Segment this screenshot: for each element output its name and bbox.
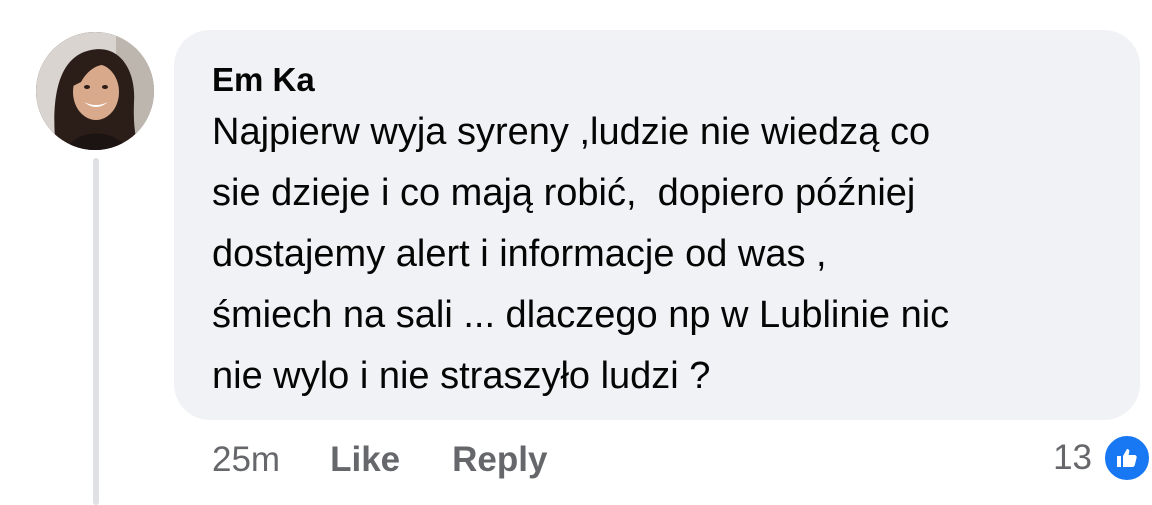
- avatar[interactable]: [36, 32, 154, 150]
- comment-text-line: nie wylo i nie straszyło ludzi ?: [212, 355, 711, 397]
- comment-author[interactable]: Em Ka: [212, 60, 1106, 100]
- reaction-summary[interactable]: 13: [1053, 432, 1152, 484]
- avatar-photo: [36, 32, 154, 150]
- comment-text-line: Najpierw wyja syreny ,ludzie nie wiedzą …: [212, 111, 931, 153]
- thumbs-up-icon: [1102, 433, 1152, 483]
- comment-text-line: sie dzieje i co mają robić, dopiero późn…: [212, 172, 916, 214]
- comment-actions: 25m Like Reply: [212, 436, 599, 484]
- reaction-count: 13: [1053, 438, 1092, 477]
- comment-bubble: Em Ka Najpierw wyja syreny ,ludzie nie w…: [174, 30, 1140, 420]
- comment-text-line: śmiech na sali ... dlaczego np w Lublini…: [212, 294, 950, 336]
- comment-timestamp[interactable]: 25m: [212, 440, 280, 480]
- comment: Em Ka Najpierw wyja syreny ,ludzie nie w…: [0, 0, 1152, 505]
- like-button[interactable]: Like: [330, 440, 400, 480]
- reply-thread-line: [93, 158, 99, 505]
- reply-button[interactable]: Reply: [452, 440, 547, 480]
- comment-text-line: dostajemy alert i informacje od was ,: [212, 233, 827, 275]
- comment-text: Najpierw wyja syreny ,ludzie nie wiedzą …: [212, 102, 1106, 407]
